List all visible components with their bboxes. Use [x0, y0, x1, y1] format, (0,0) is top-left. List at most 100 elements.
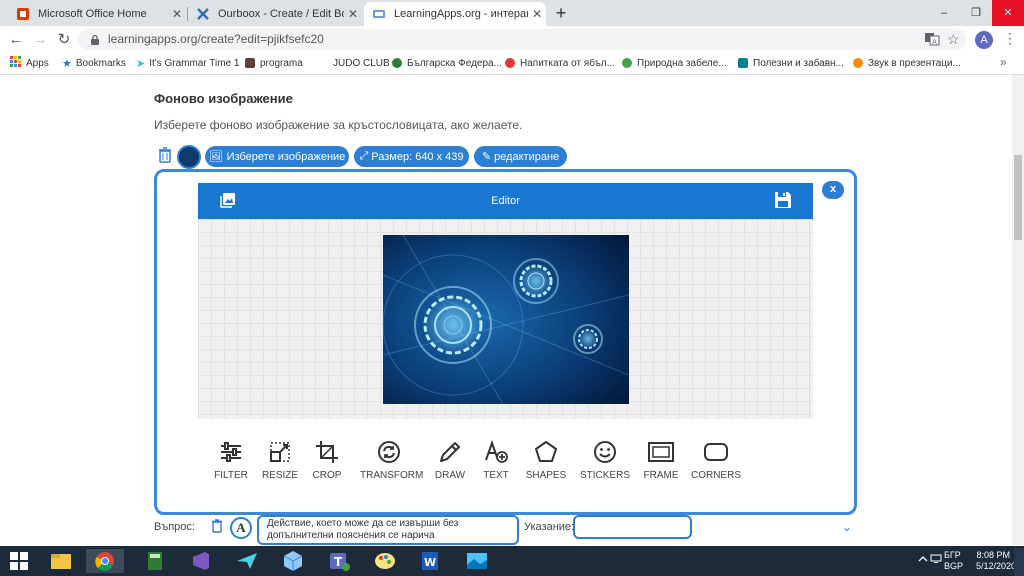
bookmark-nature[interactable]: Природна забеле... [622, 55, 727, 71]
clock-date: 5/12/2020 [976, 561, 1017, 571]
cube-app-icon[interactable] [278, 549, 308, 573]
bookmark-useful[interactable]: Полезни и забавн... [738, 55, 844, 71]
forward-icon[interactable]: → [30, 30, 50, 50]
network-icon[interactable] [930, 553, 942, 567]
bookmark-label: Българска Федера... [407, 57, 502, 69]
language-secondary: BGP [944, 561, 964, 571]
star-icon[interactable]: ☆ [947, 31, 960, 48]
sliders-icon [221, 442, 241, 462]
tool-crop[interactable]: CROP [298, 440, 356, 481]
section-description: Изберете фоново изображение за кръстосло… [154, 118, 523, 132]
edit-button[interactable]: ✎ редактиране [474, 146, 567, 167]
close-tab-icon[interactable]: ✕ [528, 7, 546, 21]
svg-text:A: A [932, 38, 937, 46]
translate-icon[interactable]: A [924, 31, 940, 50]
ourboox-icon [196, 7, 210, 21]
language-indicator[interactable]: БГР BGP [944, 550, 963, 572]
word-icon[interactable]: W [416, 549, 446, 573]
tool-label: SHAPES [525, 470, 567, 481]
profile-avatar[interactable]: A [975, 31, 993, 49]
bookmark-apps[interactable]: Apps [10, 55, 49, 71]
tray-arrow-icon[interactable] [918, 553, 928, 567]
frame-icon [648, 442, 674, 462]
hint-label: Указание: [524, 521, 575, 533]
trash-icon[interactable] [158, 147, 172, 166]
teams-icon[interactable]: T [324, 549, 354, 573]
useful-icon [738, 58, 748, 68]
choose-image-button[interactable]: 🖼 Изберете изображение [205, 146, 349, 167]
question-input[interactable]: Действие, което може да се извърши без д… [257, 515, 519, 545]
url-text[interactable]: learningapps.org/create?edit=pjikfsefc20 [108, 32, 324, 46]
tool-stickers[interactable]: STICKERS [576, 440, 634, 481]
bookmark-label: Полезни и забавн... [753, 57, 844, 69]
bookmark-judo[interactable]: JUDO CLUB [318, 55, 390, 71]
image-thumbnail[interactable] [177, 145, 201, 169]
tool-transform[interactable]: TRANSFORM [360, 440, 424, 481]
save-icon[interactable] [774, 191, 792, 212]
edited-image[interactable] [382, 234, 630, 405]
menu-icon[interactable]: ⋮ [1003, 30, 1017, 47]
bookmark-label: It's Grammar Time 1 [149, 57, 240, 69]
file-explorer-icon[interactable] [46, 549, 76, 573]
send-app-icon[interactable] [232, 549, 262, 573]
tool-shapes[interactable]: SHAPES [517, 440, 575, 481]
hint-input[interactable] [573, 515, 692, 539]
star-filled-icon: ★ [62, 57, 72, 70]
bookmark-grammar[interactable]: ➤ It's Grammar Time 1 [136, 55, 239, 71]
bookmark-label: programa [260, 57, 303, 69]
minimize-button[interactable]: – [928, 0, 960, 26]
apple-icon [505, 58, 515, 68]
close-window-button[interactable]: ✕ [992, 0, 1024, 26]
expand-icon: ⤢ [359, 150, 369, 162]
maximize-button[interactable]: ❐ [960, 0, 992, 26]
size-button[interactable]: ⤢ Размер: 640 x 439 [354, 146, 469, 167]
svg-text:T: T [334, 555, 343, 569]
bookmark-label: Напитката от ябъл... [520, 57, 616, 69]
tab-learningapps[interactable]: LearningApps.org - интерактив ✕ [364, 2, 546, 26]
sound-icon [853, 58, 863, 68]
close-editor-button[interactable]: x [822, 181, 844, 199]
tab-title: Microsoft Office Home [38, 8, 147, 20]
visual-studio-icon[interactable] [185, 549, 215, 573]
question-line: допълнителни пояснения се нарича [267, 530, 435, 541]
tool-label: FRAME [643, 470, 679, 481]
bookmark-federation[interactable]: Българска Федера... [392, 55, 502, 71]
reload-icon[interactable]: ↻ [54, 30, 74, 50]
tab-office[interactable]: Microsoft Office Home ✕ [8, 2, 186, 26]
new-tab-button[interactable]: + [551, 3, 571, 23]
bookmark-sound[interactable]: Звук в презентаци... [853, 55, 961, 71]
office-icon [16, 7, 30, 21]
trash-icon[interactable] [211, 519, 223, 536]
rounded-rect-icon [704, 443, 728, 461]
windows-start-icon[interactable] [10, 552, 28, 573]
paint-icon[interactable] [370, 549, 400, 573]
pentagon-icon [535, 441, 557, 462]
chrome-icon[interactable] [86, 549, 124, 573]
bookmark-bookmarks[interactable]: ★ Bookmarks [62, 55, 126, 71]
tool-label: TRANSFORM [360, 470, 424, 481]
tool-corners[interactable]: CORNERS [687, 440, 745, 481]
tab-ourboox[interactable]: Ourboox - Create / Edit Book ✕ [188, 2, 362, 26]
language-primary: БГР [944, 550, 961, 560]
nature-icon [622, 58, 632, 68]
page-scrollbar[interactable] [1012, 75, 1024, 545]
tool-frame[interactable]: FRAME [632, 440, 690, 481]
back-icon[interactable]: ← [6, 30, 26, 50]
learningapps-icon [372, 7, 386, 21]
programa-icon [245, 58, 255, 68]
chevron-down-icon[interactable]: ⌄ [842, 520, 852, 534]
clock[interactable]: 8:08 PM 5/12/2020 [976, 550, 1017, 572]
scrollbar-thumb[interactable] [1014, 155, 1022, 240]
button-label: Изберете изображение [226, 150, 346, 163]
close-tab-icon[interactable]: ✕ [344, 7, 362, 21]
bookmark-label: Звук в презентаци... [868, 57, 961, 69]
close-tab-icon[interactable]: ✕ [168, 7, 186, 21]
bookmark-programa[interactable]: programa [245, 55, 303, 71]
bookmark-apple-drink[interactable]: Напитката от ябъл... [505, 55, 615, 71]
more-bookmarks-icon[interactable]: » [1000, 55, 1007, 69]
text-format-icon[interactable]: A [230, 517, 252, 539]
show-desktop-button[interactable] [1014, 548, 1024, 576]
calculator-icon[interactable] [140, 549, 170, 573]
photos-icon[interactable] [462, 549, 492, 573]
button-label: Размер: 640 x 439 [371, 150, 464, 163]
